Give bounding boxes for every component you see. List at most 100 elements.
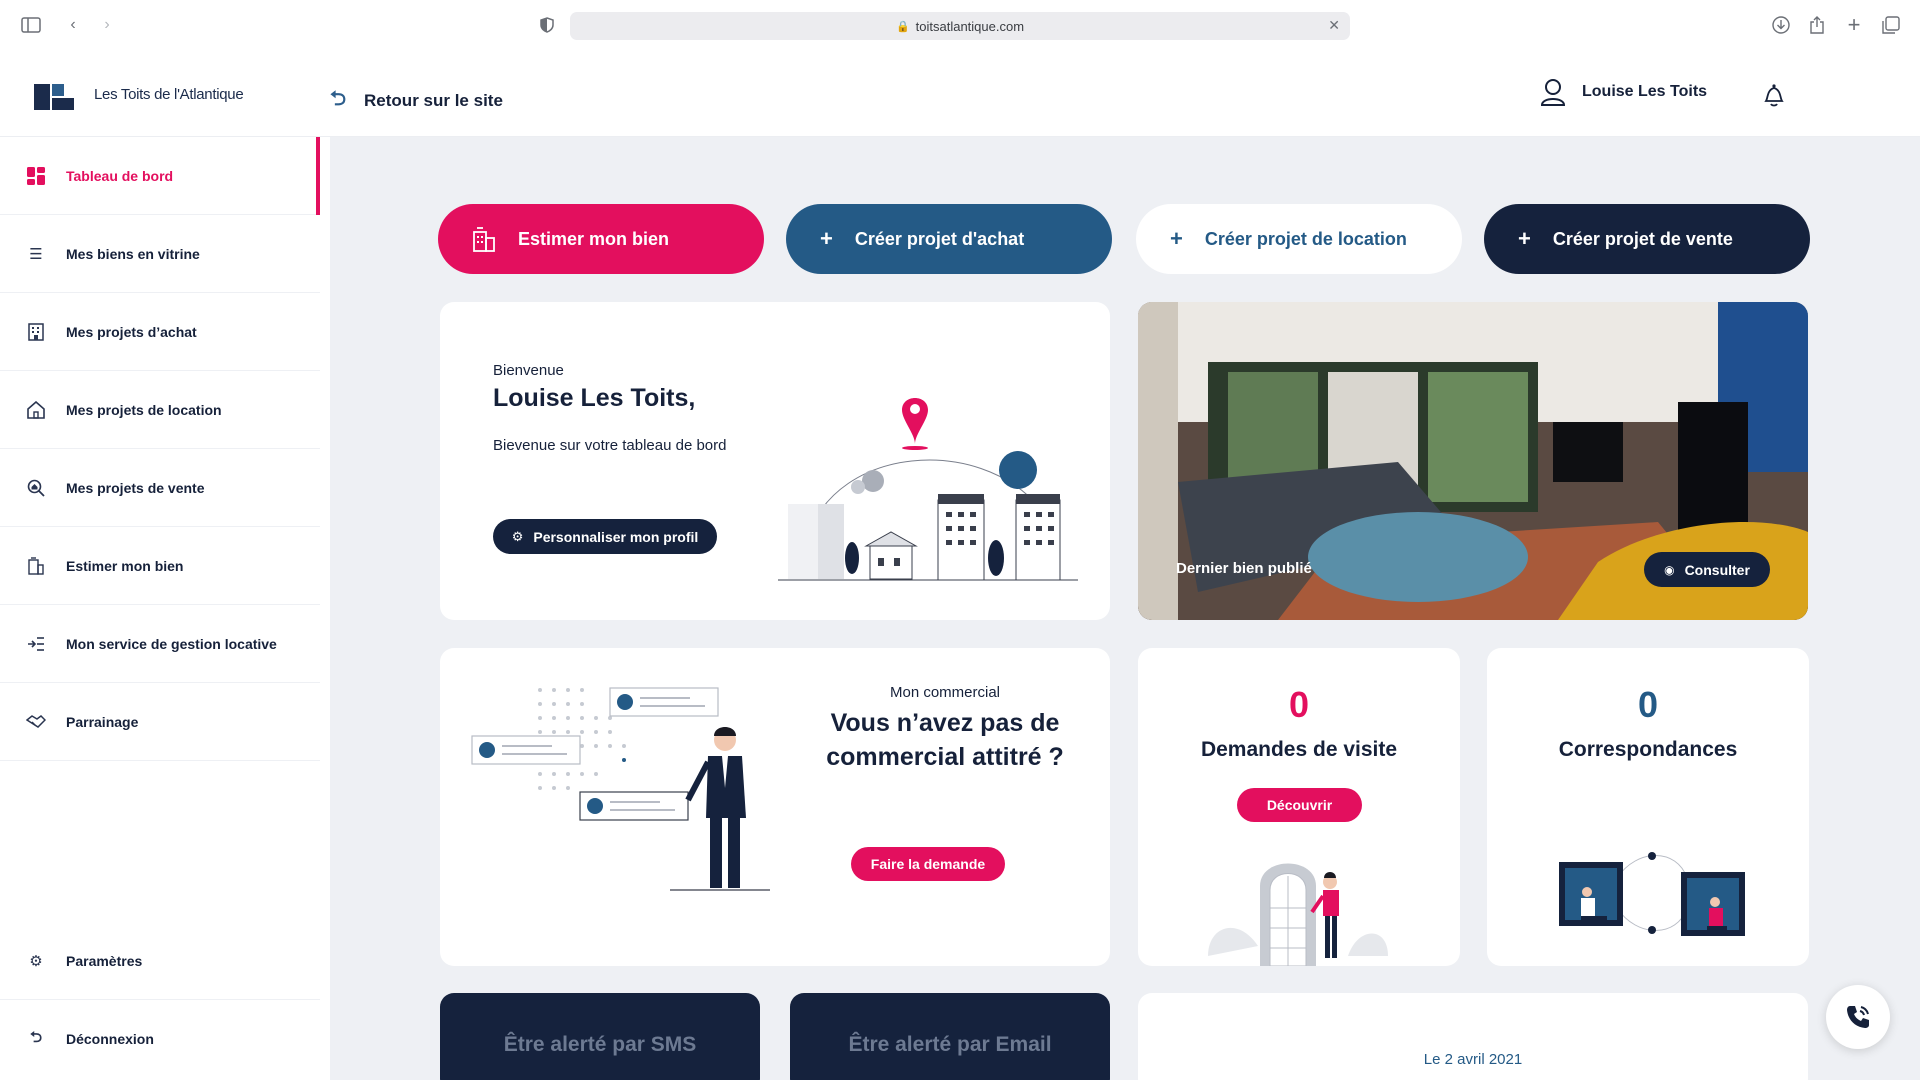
matches-label: Correspondances xyxy=(1558,738,1738,761)
sidebar-item-logout[interactable]: ⮌ Déconnexion xyxy=(0,1000,320,1078)
matches-card: 0 Correspondances xyxy=(1487,648,1809,966)
rental-button-label: Créer projet de location xyxy=(1204,228,1407,249)
visit-requests-card: 0 Demandes de visite Découvrir xyxy=(1138,648,1460,966)
purchase-button-label: Créer projet d'achat xyxy=(854,228,1025,249)
logout-label: Déconnexion xyxy=(66,1031,154,1047)
welcome-card: Bienvenue Louise Les Toits, Bievenue sur… xyxy=(440,302,1110,620)
plus-icon: + xyxy=(820,226,833,251)
sidebar-item-estimate[interactable]: Estimer mon bien xyxy=(0,527,320,605)
sidebar-item-label: Mes projets de location xyxy=(66,401,222,418)
sidebar-item-rental-management[interactable]: Mon service de gestion locative xyxy=(0,605,320,683)
building-icon xyxy=(26,322,46,342)
list-icon: ☰ xyxy=(29,245,43,263)
active-indicator xyxy=(316,137,320,215)
commercial-title: Vous n’avez pas de commercial attitré ? xyxy=(826,709,1064,771)
shield-icon[interactable] xyxy=(536,14,558,36)
view-property-label: Consulter xyxy=(1684,561,1750,578)
welcome-name: Louise Les Toits, xyxy=(493,384,696,412)
download-icon[interactable] xyxy=(1770,14,1792,36)
url-text: toitsatlantique.com xyxy=(915,18,1025,34)
tabs-overview-icon[interactable] xyxy=(1880,14,1902,36)
create-sale-project-button[interactable]: + Créer projet de vente xyxy=(1484,204,1810,274)
customize-profile-button[interactable]: ⚙ Personnaliser mon profil xyxy=(493,519,717,554)
welcome-text: Bievenue sur votre tableau de bord xyxy=(493,437,727,454)
door-illustration xyxy=(1208,863,1388,966)
sidebar-item-label: Estimer mon bien xyxy=(66,557,184,574)
estimate-button-label: Estimer mon bien xyxy=(518,228,670,249)
matches-count: 0 xyxy=(1637,684,1659,725)
eye-icon: ◉ xyxy=(1664,562,1675,577)
address-bar[interactable]: 🔒 toitsatlantique.com ✕ xyxy=(570,12,1350,40)
sidebar-item-purchase-projects[interactable]: Mes projets d’achat xyxy=(0,293,320,371)
dashboard-icon xyxy=(26,166,46,186)
email-alert-card[interactable]: Être alerté par Email xyxy=(790,993,1110,1080)
sidebar-item-label: Tableau de bord xyxy=(66,167,174,184)
handshake-icon xyxy=(26,712,46,732)
sidebar-item-showcase[interactable]: ☰ Mes biens en vitrine xyxy=(0,215,320,293)
new-tab-icon[interactable]: + xyxy=(1843,12,1865,37)
share-icon[interactable] xyxy=(1806,14,1828,36)
browser-back-icon[interactable]: ‹ xyxy=(62,14,84,36)
management-icon xyxy=(26,634,46,654)
sms-alert-card[interactable]: Être alerté par SMS xyxy=(440,993,760,1080)
brand-name[interactable]: Les Toits de l'Atlantique xyxy=(94,86,244,103)
request-commercial-button[interactable]: Faire la demande xyxy=(851,847,1005,881)
sidebar-item-label: Mes projets de vente xyxy=(66,479,205,496)
sidebar: Tableau de bord ☰ Mes biens en vitrine M… xyxy=(0,137,330,1080)
sidebar-item-label: Mes projets d’achat xyxy=(66,323,197,340)
lock-icon: 🔒 xyxy=(895,20,910,33)
gear-icon: ⚙ xyxy=(29,952,43,970)
app-header: Les Toits de l'Atlantique ⮌ Retour sur l… xyxy=(0,50,1920,137)
visit-requests-label: Demandes de visite xyxy=(1200,738,1398,761)
call-button[interactable] xyxy=(1826,985,1890,1049)
estimate-icon xyxy=(473,227,495,252)
sidebar-item-sale-projects[interactable]: Mes projets de vente xyxy=(0,449,320,527)
back-to-site-link[interactable]: ⮌ Retour sur le site xyxy=(330,84,503,118)
latest-property-label: Dernier bien publié xyxy=(1176,560,1312,577)
news-card: Le 2 avril 2021 xyxy=(1138,993,1808,1080)
brand-logo[interactable] xyxy=(34,84,74,110)
sidebar-item-label: Mes biens en vitrine xyxy=(66,245,200,262)
plus-icon: + xyxy=(1518,226,1531,251)
browser-toolbar: ‹ › 🔒 toitsatlantique.com ✕ + xyxy=(0,0,1920,50)
commercial-card: Mon commercial Vous n’avez pas de commer… xyxy=(440,648,1110,966)
welcome-greeting: Bienvenue xyxy=(493,362,564,379)
user-menu[interactable]: Louise Les Toits xyxy=(1540,78,1707,106)
sidebar-item-referral[interactable]: Parrainage xyxy=(0,683,320,761)
browser-forward-icon[interactable]: › xyxy=(96,14,118,36)
user-icon xyxy=(1540,79,1566,106)
news-date: Le 2 avril 2021 xyxy=(1423,1051,1523,1068)
back-to-site-label: Retour sur le site xyxy=(364,91,503,110)
settings-label: Paramètres xyxy=(66,952,143,969)
create-rental-project-button[interactable]: + Créer projet de location xyxy=(1136,204,1462,274)
user-name: Louise Les Toits xyxy=(1582,83,1708,100)
commercial-kicker: Mon commercial xyxy=(889,684,1001,701)
estimate-icon xyxy=(26,556,46,576)
city-illustration xyxy=(778,398,1078,581)
gear-icon: ⚙ xyxy=(511,528,524,544)
bell-icon[interactable] xyxy=(1762,82,1786,108)
plus-icon: + xyxy=(1170,226,1183,251)
clear-url-icon[interactable]: ✕ xyxy=(1328,17,1340,34)
logout-icon: ⮌ xyxy=(29,1028,42,1046)
salesperson-illustration xyxy=(471,687,770,891)
latest-property-card[interactable]: Dernier bien publié ◉ Consulter xyxy=(1138,302,1808,620)
sidebar-toggle-icon[interactable] xyxy=(20,14,42,36)
sidebar-item-rental-projects[interactable]: Mes projets de location xyxy=(0,371,320,449)
estimate-property-button[interactable]: Estimer mon bien xyxy=(438,204,764,274)
phone-icon xyxy=(1847,1006,1869,1028)
sale-button-label: Créer projet de vente xyxy=(1552,228,1733,249)
sms-alert-label: Être alerté par SMS xyxy=(503,1033,697,1056)
home-icon xyxy=(26,400,46,420)
return-arrow-icon: ⮌ xyxy=(330,88,347,110)
discover-button[interactable]: Découvrir xyxy=(1237,788,1362,822)
view-property-button[interactable]: ◉ Consulter xyxy=(1644,552,1770,587)
sidebar-item-dashboard[interactable]: Tableau de bord xyxy=(0,137,320,215)
sidebar-item-label: Parrainage xyxy=(66,713,139,730)
create-purchase-project-button[interactable]: + Créer projet d'achat xyxy=(786,204,1112,274)
visit-requests-count: 0 xyxy=(1288,684,1310,725)
sidebar-item-settings[interactable]: ⚙ Paramètres xyxy=(0,922,320,1000)
sidebar-item-label: Mon service de gestion locative xyxy=(66,635,277,652)
matching-illustration xyxy=(1559,852,1745,936)
customize-profile-label: Personnaliser mon profil xyxy=(533,528,699,545)
